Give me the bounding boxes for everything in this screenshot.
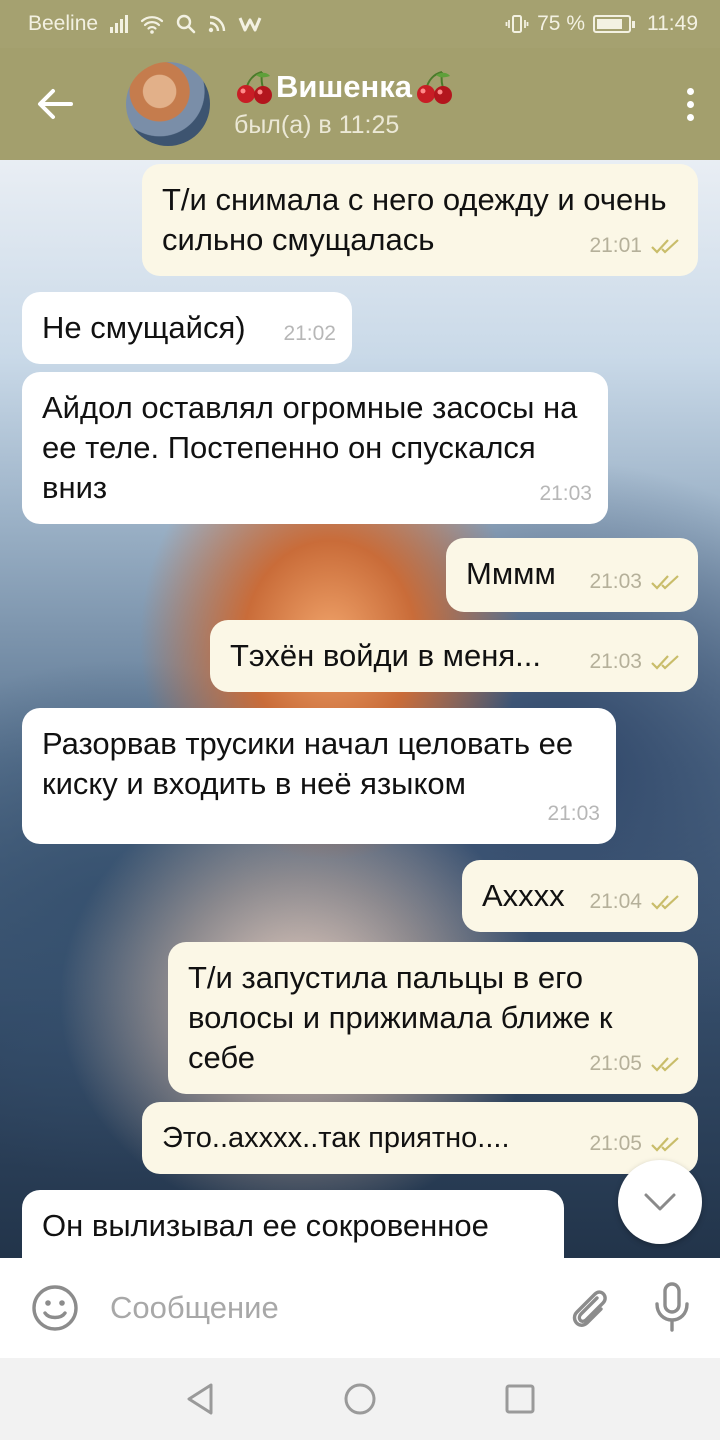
nav-recents-button[interactable] [500,1379,540,1419]
message-meta: 21:05 [589,1044,682,1084]
emoji-icon [32,1285,78,1331]
nav-back-button[interactable] [180,1379,220,1419]
message-list[interactable]: Т/и снимала с него одежду и очень сильно… [0,160,720,1258]
message-bubble-outgoing[interactable]: Мммм 21:03 [446,538,698,612]
message-bubble-incoming[interactable]: Разорвав трусики начал целовать ее киску… [22,708,616,844]
message-meta: 21:01 [589,226,682,266]
double-check-icon [651,655,679,670]
contact-name: Вишенка [276,68,413,104]
scroll-down-button[interactable] [618,1160,702,1244]
message-input[interactable] [110,1278,530,1338]
last-seen-status: был(а) в 11:25 [234,110,400,139]
message-text: Айдол оставлял огромные засосы на ее тел… [42,390,578,505]
battery-percent: 75 % [537,12,585,35]
search-icon [176,14,196,34]
paperclip-icon [572,1290,607,1327]
message-bubble-outgoing[interactable]: Ахххх 21:04 [462,860,698,932]
back-arrow-icon [38,89,73,119]
cherry-icon [417,70,453,104]
chevron-down-icon [644,1193,676,1211]
chat-header: Вишенка был(а) в 11:25 [0,48,720,160]
message-bubble-outgoing[interactable]: Т/и снимала с него одежду и очень сильно… [142,164,698,276]
message-bubble-outgoing[interactable]: Это..ахххх..так приятно.... 21:05 [142,1102,698,1174]
double-check-icon [651,895,679,910]
vibrate-icon [505,15,529,33]
contact-name-row: Вишенка [234,69,454,105]
status-bar: Beeline 75 % 11:49 [0,0,720,48]
message-meta: 21:05 [589,1124,682,1164]
message-time: 21:02 [283,322,336,345]
signal-icon [110,15,129,33]
double-check-icon [651,575,679,590]
message-time: 21:05 [589,1132,642,1155]
message-time: 21:03 [539,482,592,505]
message-time: 21:03 [547,802,600,825]
double-check-icon [651,1057,679,1072]
message-time: 21:01 [589,234,642,257]
message-time: 21:03 [589,650,642,673]
double-check-icon [651,239,679,254]
message-meta: 21:04 [589,882,682,922]
message-bubble-outgoing[interactable]: Тэхён войди в меня... 21:03 [210,620,698,692]
contact-info[interactable]: Вишенка был(а) в 11:25 [234,69,454,140]
message-time: 21:05 [589,1052,642,1075]
battery-icon [593,15,635,33]
attach-button[interactable] [554,1258,624,1358]
app-w-icon [238,17,262,32]
emoji-button[interactable] [0,1258,110,1358]
double-check-icon [651,1137,679,1152]
message-bubble-incoming[interactable]: Айдол оставлял огромные засосы на ее тел… [22,372,608,524]
back-button[interactable] [0,48,110,160]
more-vertical-icon[interactable] [660,48,720,160]
message-text: Разорвав трусики начал целовать ее киску… [42,726,574,801]
message-text: Он вылизывал ее сокровенное [42,1208,489,1243]
clock: 11:49 [647,12,698,35]
cherry-icon [237,70,272,104]
message-meta: 21:03 [589,562,682,602]
message-time: 21:03 [589,570,642,593]
message-meta: 21:03 [589,642,682,682]
square-recents-icon [505,1384,535,1414]
microphone-icon [655,1282,689,1332]
message-bubble-incoming[interactable]: Не смущайся) 21:02 [22,292,352,364]
message-time: 21:04 [589,890,642,913]
voice-record-button[interactable] [624,1258,720,1358]
wifi-icon [140,16,164,34]
message-bubble-incoming[interactable]: Он вылизывал ее сокровенное [22,1190,564,1258]
rss-icon [208,15,226,33]
nav-home-button[interactable] [340,1379,380,1419]
carrier-label: Beeline [28,12,99,35]
message-composer [0,1258,720,1358]
message-bubble-outgoing[interactable]: Т/и запустила пальцы в его волосы и приж… [168,942,698,1094]
circle-home-icon [344,1383,376,1415]
contact-avatar[interactable] [126,62,210,146]
triangle-back-icon [187,1383,213,1415]
system-navigation-bar [0,1358,720,1440]
